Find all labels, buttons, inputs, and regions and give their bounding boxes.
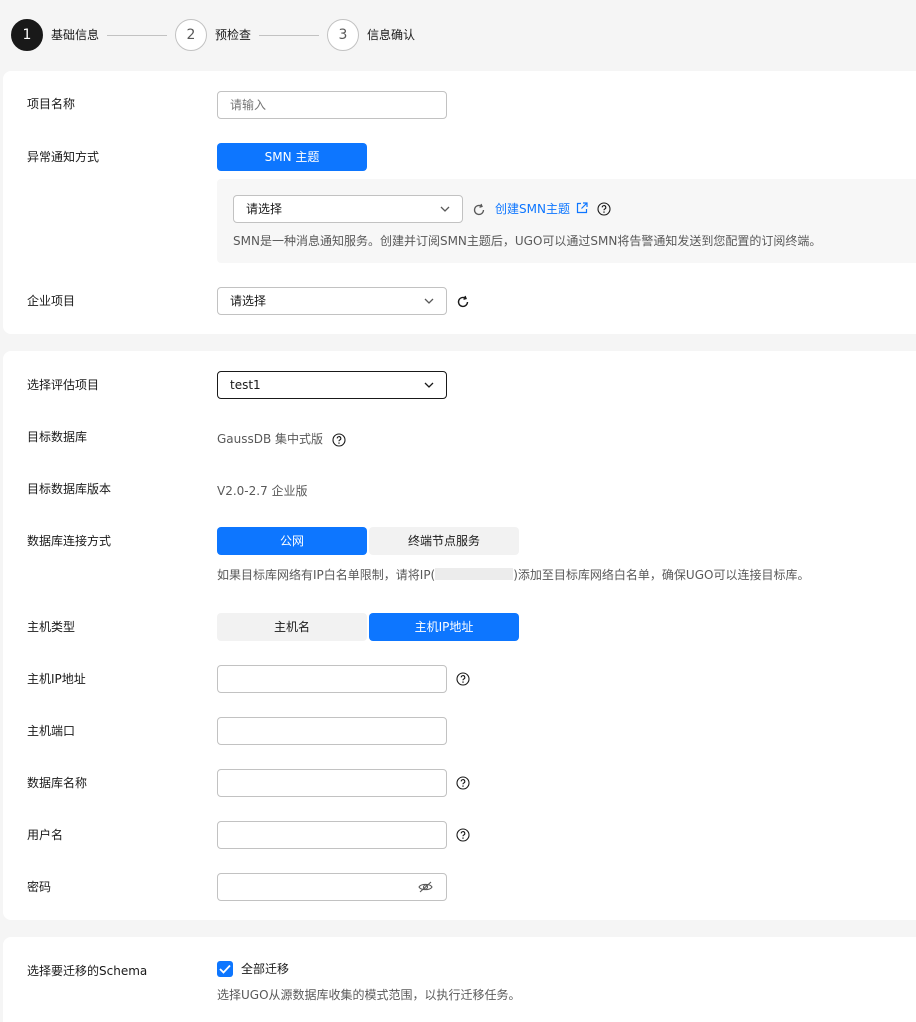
target-db-version-value: V2.0-2.7 企业版	[217, 484, 308, 498]
eval-project-select[interactable]: test1	[217, 371, 447, 399]
conn-option-public[interactable]: 公网	[217, 527, 367, 555]
chevron-down-icon	[424, 382, 434, 388]
step-3-label: 信息确认	[367, 28, 416, 42]
username-input[interactable]	[217, 821, 447, 849]
smn-topic-button[interactable]: SMN 主题	[217, 143, 367, 171]
step-3-number: 3	[338, 27, 348, 43]
step-2-circle: 2	[175, 19, 207, 51]
step-connector	[107, 35, 167, 36]
host-port-label: 主机端口	[27, 724, 76, 738]
step-2-label: 预检查	[215, 28, 252, 42]
conn-option-endpoint[interactable]: 终端节点服务	[369, 527, 519, 555]
host-type-label: 主机类型	[27, 620, 76, 634]
help-icon[interactable]	[597, 202, 611, 216]
chevron-down-icon	[424, 298, 434, 304]
schema-hint: 选择UGO从源数据库收集的模式范围，以执行迁移任务。	[217, 988, 521, 1002]
db-name-label: 数据库名称	[27, 776, 88, 790]
enterprise-select-text: 请选择	[230, 294, 267, 308]
host-type-hostname[interactable]: 主机名	[217, 613, 367, 641]
eye-off-icon[interactable]	[418, 880, 433, 894]
help-icon[interactable]	[456, 828, 470, 842]
step-1-label: 基础信息	[51, 28, 100, 42]
host-type-ip[interactable]: 主机IP地址	[369, 613, 519, 641]
stepper: 1 基础信息 2 预检查 3 信息确认	[0, 0, 916, 70]
target-db-value: GaussDB 集中式版	[217, 432, 324, 446]
schema-label: 选择要迁移的Schema	[27, 964, 148, 978]
help-icon[interactable]	[456, 776, 470, 790]
chevron-down-icon	[440, 206, 450, 212]
smn-hint-text: SMN是一种消息通知服务。创建并订阅SMN主题后，UGO可以通过SMN将告警通知…	[233, 234, 822, 248]
target-db-label: 目标数据库	[27, 430, 88, 444]
eval-project-value: test1	[230, 378, 261, 392]
connection-method-label: 数据库连接方式	[27, 534, 112, 548]
migrate-all-label[interactable]: 全部迁移	[241, 961, 289, 977]
redacted-ip	[435, 568, 514, 580]
conn-hint: 如果目标库网络有IP白名单限制，请将IP( )添加至目标库网络白名单，确保UGO可…	[217, 567, 809, 583]
help-icon[interactable]	[456, 672, 470, 686]
project-name-input[interactable]	[217, 91, 447, 119]
step-connector	[259, 35, 319, 36]
conn-hint-after: )添加至目标库网络白名单，确保UGO可以连接目标库。	[513, 568, 810, 582]
create-smn-link[interactable]: 创建SMN主题	[495, 201, 588, 217]
migrate-all-checkbox[interactable]	[217, 961, 233, 977]
password-label: 密码	[27, 880, 52, 894]
external-link-icon	[576, 202, 588, 214]
target-db-version-label: 目标数据库版本	[27, 482, 112, 496]
refresh-icon[interactable]	[456, 295, 470, 309]
step-2-number: 2	[186, 27, 196, 43]
host-ip-label: 主机IP地址	[27, 672, 86, 686]
enterprise-project-label: 企业项目	[27, 294, 76, 308]
schema-card	[3, 937, 916, 1022]
enterprise-project-select[interactable]: 请选择	[217, 287, 447, 315]
username-label: 用户名	[27, 828, 64, 842]
host-port-input[interactable]	[217, 717, 447, 745]
smn-topic-select[interactable]: 请选择	[233, 195, 463, 223]
eval-project-label: 选择评估项目	[27, 378, 100, 392]
conn-hint-before: 如果目标库网络有IP白名单限制，请将IP(	[217, 568, 436, 582]
notify-method-label: 异常通知方式	[27, 150, 100, 164]
step-1-number: 1	[22, 27, 32, 43]
create-smn-link-text[interactable]: 创建SMN主题	[495, 202, 570, 216]
password-input[interactable]	[217, 873, 447, 901]
db-name-input[interactable]	[217, 769, 447, 797]
checkmark-icon	[219, 964, 231, 974]
help-icon[interactable]	[332, 433, 346, 447]
step-1-circle: 1	[11, 19, 43, 51]
host-ip-input[interactable]	[217, 665, 447, 693]
smn-select-text: 请选择	[246, 202, 283, 216]
refresh-icon[interactable]	[472, 203, 486, 217]
project-name-label: 项目名称	[27, 97, 76, 111]
step-3-circle: 3	[327, 19, 359, 51]
